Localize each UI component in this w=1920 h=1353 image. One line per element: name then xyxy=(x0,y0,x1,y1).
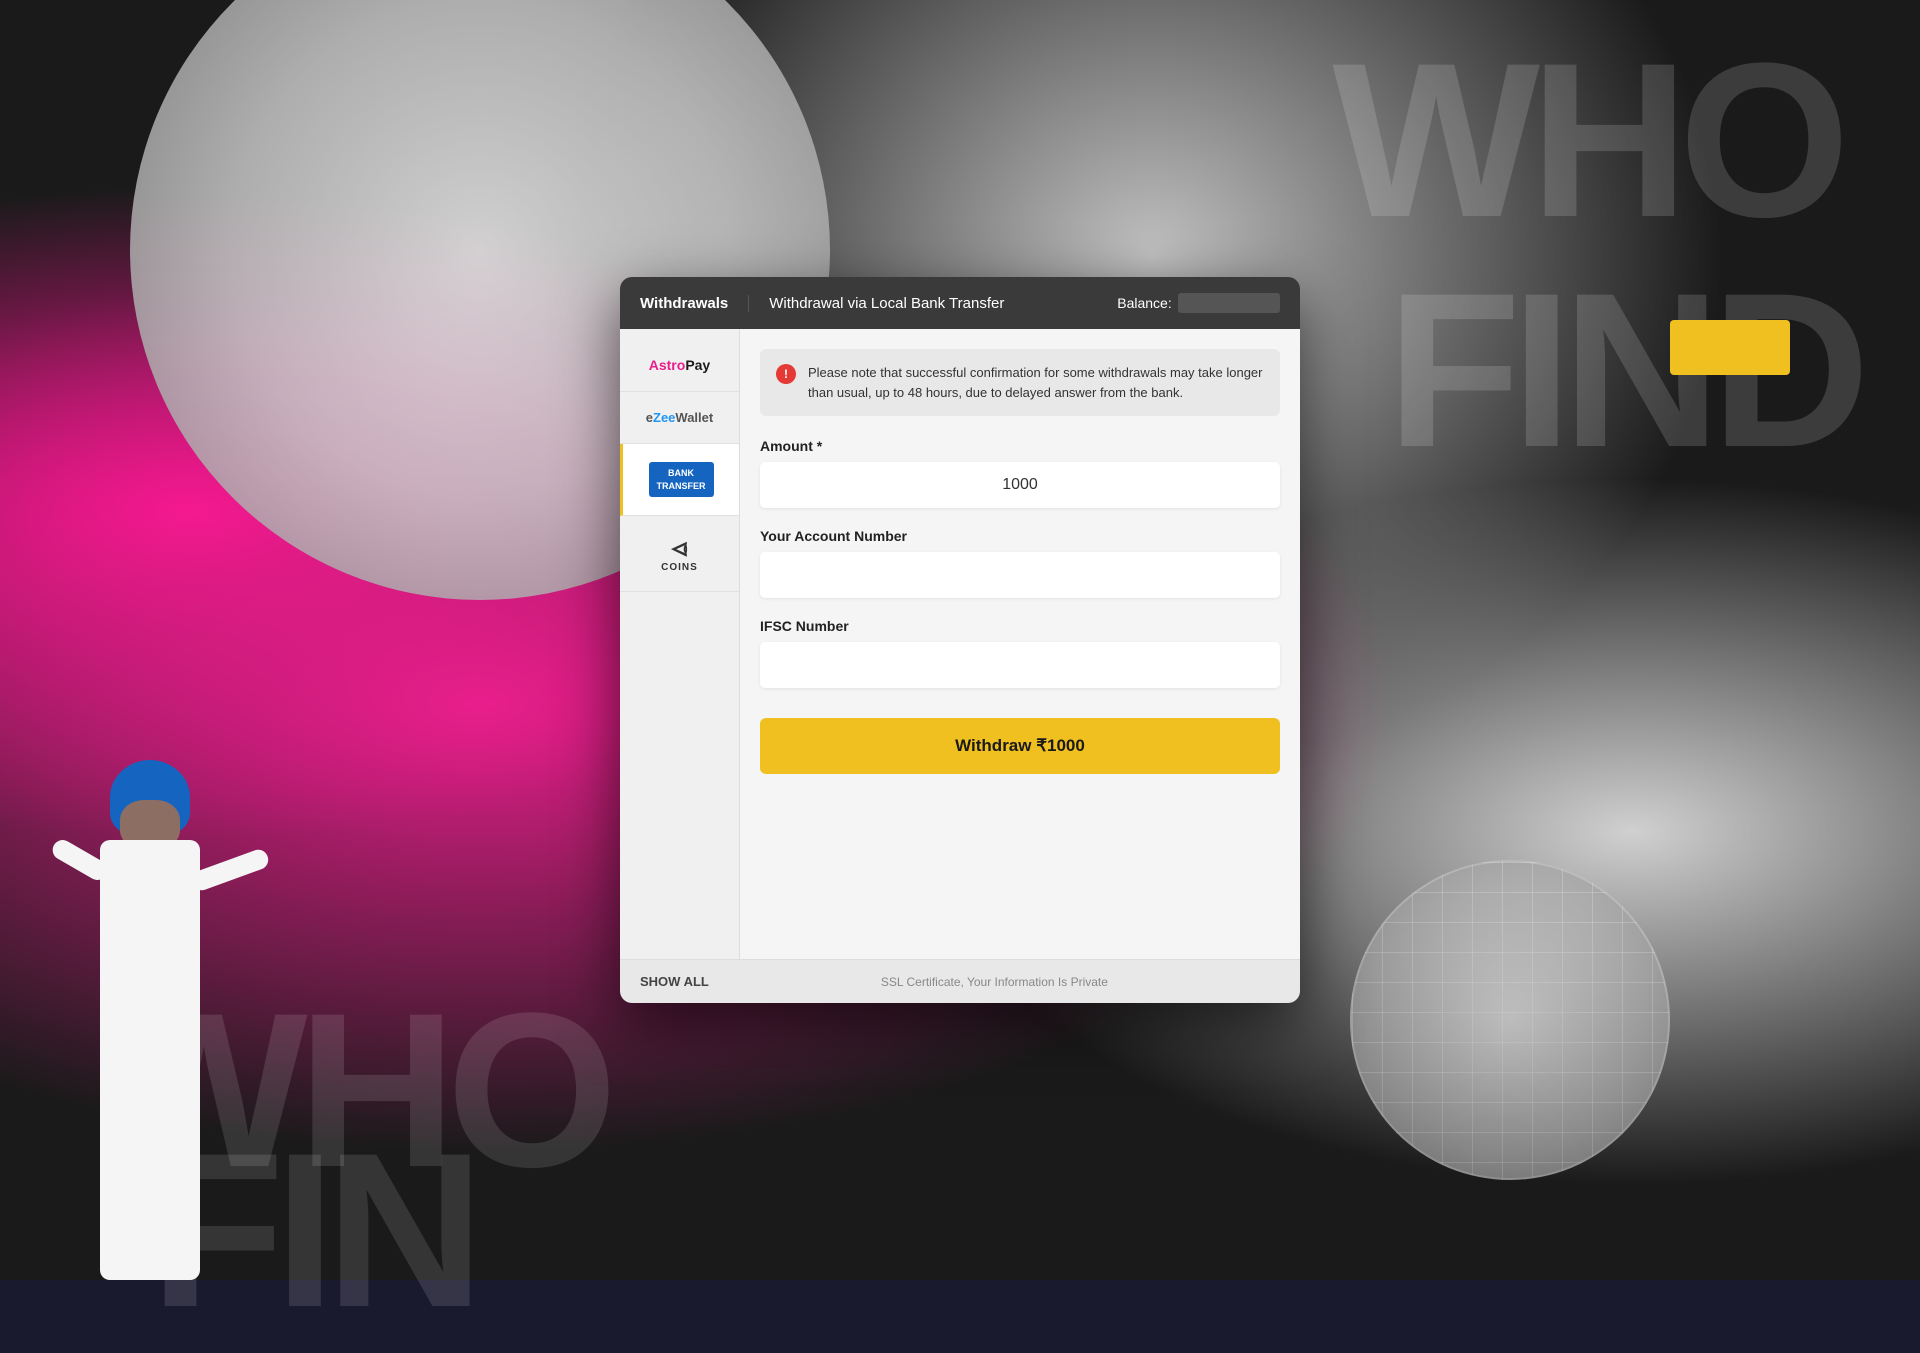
balance-value: ■■■■■ xyxy=(1178,293,1280,313)
amount-input[interactable] xyxy=(760,462,1280,508)
cricket-player-decoration xyxy=(0,680,500,1280)
ifsc-number-input[interactable] xyxy=(760,642,1280,688)
account-number-group: Your Account Number xyxy=(760,528,1280,598)
bg-text-who: WHO xyxy=(1332,30,1840,250)
notice-icon: ! xyxy=(776,364,796,384)
sidebar-item-astropay[interactable]: AstroPay xyxy=(620,339,739,392)
withdrawal-modal: Withdrawals Withdrawal via Local Bank Tr… xyxy=(620,277,1300,1003)
notice-text: Please note that successful confirmation… xyxy=(808,363,1264,402)
account-number-input[interactable] xyxy=(760,552,1280,598)
astropay-logo: AstroPay xyxy=(649,357,710,373)
ifsc-number-group: IFSC Number xyxy=(760,618,1280,688)
ifsc-number-label: IFSC Number xyxy=(760,618,1280,634)
modal-title: Withdrawal via Local Bank Transfer xyxy=(769,295,1117,312)
tab-withdrawals[interactable]: Withdrawals xyxy=(640,295,749,312)
sidebar-item-coins[interactable]: ⏿ COINS xyxy=(620,516,739,592)
balance-label: Balance: xyxy=(1117,295,1171,311)
yellow-bar-decoration xyxy=(1670,320,1790,375)
modal-form-content: ! Please note that successful confirmati… xyxy=(740,329,1300,959)
amount-label: Amount * xyxy=(760,438,1280,454)
modal-footer: SHOW ALL SSL Certificate, Your Informati… xyxy=(620,959,1300,1003)
amount-group: Amount * xyxy=(760,438,1280,508)
coins-logo: ⏿ COINS xyxy=(661,534,698,573)
withdraw-button[interactable]: Withdraw ₹1000 xyxy=(760,718,1280,774)
modal-body: AstroPay eZeeWallet BANKTRANSFER ⏿ COINS xyxy=(620,329,1300,959)
modal-header: Withdrawals Withdrawal via Local Bank Tr… xyxy=(620,277,1300,329)
circle-decoration-small xyxy=(1350,860,1670,1180)
payment-method-sidebar: AstroPay eZeeWallet BANKTRANSFER ⏿ COINS xyxy=(620,329,740,959)
sidebar-item-ezeewallet[interactable]: eZeeWallet xyxy=(620,392,739,444)
account-number-label: Your Account Number xyxy=(760,528,1280,544)
bank-transfer-logo: BANKTRANSFER xyxy=(649,462,714,497)
ezeewallet-logo: eZeeWallet xyxy=(646,410,713,425)
show-all-button[interactable]: SHOW ALL xyxy=(640,974,709,989)
sidebar-item-bank-transfer[interactable]: BANKTRANSFER xyxy=(620,444,739,516)
notice-box: ! Please note that successful confirmati… xyxy=(760,349,1280,416)
ssl-certificate-text: SSL Certificate, Your Information Is Pri… xyxy=(709,975,1280,989)
